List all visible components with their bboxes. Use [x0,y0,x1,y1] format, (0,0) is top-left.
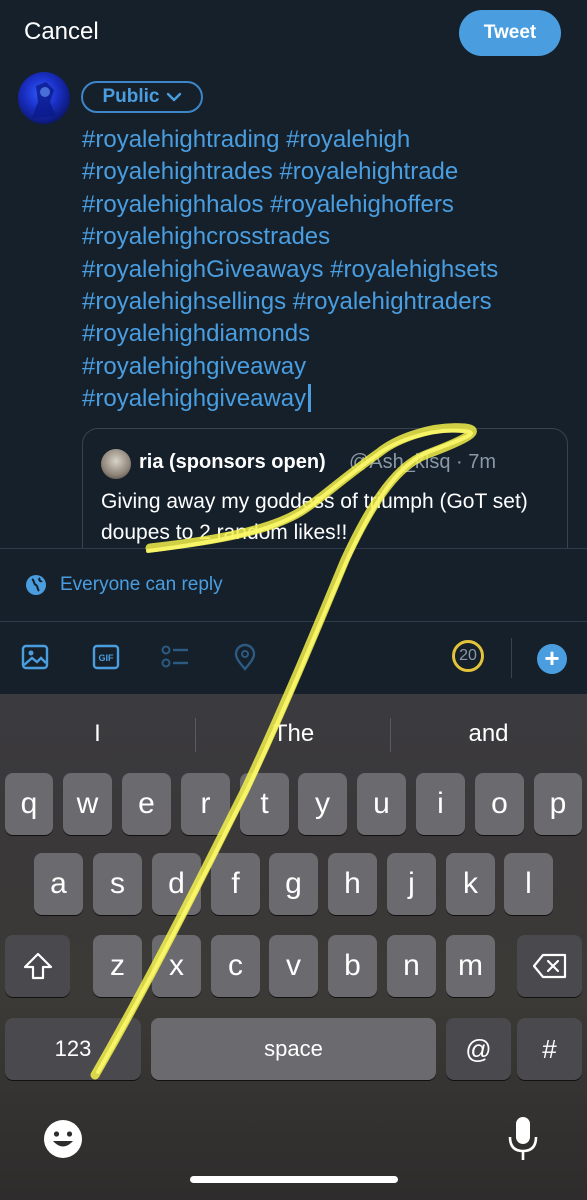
key-k[interactable]: k [446,853,495,915]
image-icon[interactable] [20,642,50,672]
key-w[interactable]: w [63,773,112,835]
location-icon[interactable] [230,642,260,672]
quoted-author-name: ria (sponsors open) [139,451,326,473]
toolbar-divider [511,638,512,678]
reply-setting-bar[interactable]: Everyone can reply [0,548,587,622]
quoted-handle-time: @Ash_klsq · 7m [349,451,497,473]
hashtag-line: #royalehighcrosstrades [82,223,331,251]
avatar[interactable] [18,72,70,124]
audience-label: Public [102,86,160,107]
character-counter: 20 [452,640,484,672]
key-u[interactable]: u [357,773,406,835]
key-g[interactable]: g [269,853,318,915]
hashtag-line: #royalehighhalos #royalehighoffers [82,190,454,218]
key-x[interactable]: x [152,935,201,997]
at-key[interactable]: @ [446,1018,511,1080]
key-a[interactable]: a [34,853,83,915]
quoted-tweet-text: Giving away my goddess of triumph (GoT s… [101,490,528,544]
keyboard: I The and q w e r t y u i o p a s d f g … [0,694,587,1200]
key-v[interactable]: v [269,935,318,997]
hashtag-line: #royalehighsellings #royalehightraders [82,288,492,316]
key-q[interactable]: q [5,773,53,835]
key-j[interactable]: j [387,853,436,915]
gif-icon[interactable]: GIF [91,642,121,672]
chevron-down-icon [166,92,182,102]
key-t[interactable]: t [240,773,289,835]
key-l[interactable]: l [504,853,553,915]
key-n[interactable]: n [387,935,436,997]
home-indicator [190,1176,398,1183]
key-h[interactable]: h [328,853,377,915]
key-y[interactable]: y [298,773,347,835]
svg-text:GIF: GIF [99,653,115,663]
reply-setting-label: Everyone can reply [60,574,223,595]
key-b[interactable]: b [328,935,377,997]
quoted-tweet[interactable]: ria (sponsors open) @Ash_klsq · 7m Givin… [82,428,568,568]
key-r[interactable]: r [181,773,230,835]
key-e[interactable]: e [122,773,171,835]
globe-icon [26,575,46,595]
key-m[interactable]: m [446,935,495,997]
key-d[interactable]: d [152,853,201,915]
poll-icon[interactable] [160,642,190,672]
key-p[interactable]: p [534,773,582,835]
hashtag-line: #royalehighdiamonds [82,320,311,348]
compose-toolbar: GIF 20 + [0,622,587,694]
hashtag-line: #royalehighgiveaway [82,352,307,380]
suggestion-3[interactable]: and [391,714,586,754]
emoji-icon[interactable] [42,1118,84,1160]
hashtag-line: #royalehighgiveaway [82,385,307,413]
delete-key[interactable] [517,935,582,997]
microphone-icon[interactable] [506,1115,540,1163]
tweet-button[interactable]: Tweet [459,10,561,56]
hashtag-line: #royalehightrades #royalehightrade [82,158,459,186]
cancel-button[interactable]: Cancel [24,18,99,46]
key-c[interactable]: c [211,935,260,997]
key-o[interactable]: o [475,773,524,835]
quoted-avatar [101,449,131,479]
hash-key[interactable]: # [517,1018,582,1080]
suggestion-2[interactable]: The [196,714,391,754]
text-cursor [308,384,312,413]
hashtag-line: #royalehightrading #royalehigh [82,126,411,153]
hashtag-line: #royalehighGiveaways #royalehighsets [82,255,499,283]
shift-icon [23,952,52,980]
tweet-text-input[interactable]: #royalehightrading #royalehigh #royalehi… [82,124,577,416]
numbers-key[interactable]: 123 [5,1018,141,1080]
audience-selector[interactable]: Public [81,81,203,113]
key-i[interactable]: i [416,773,465,835]
key-f[interactable]: f [211,853,260,915]
key-s[interactable]: s [93,853,142,915]
add-thread-button[interactable]: + [537,644,567,674]
space-key[interactable]: space [151,1018,436,1080]
shift-key[interactable] [5,935,70,997]
suggestion-1[interactable]: I [0,714,195,754]
key-z[interactable]: z [93,935,142,997]
delete-icon [532,953,566,979]
